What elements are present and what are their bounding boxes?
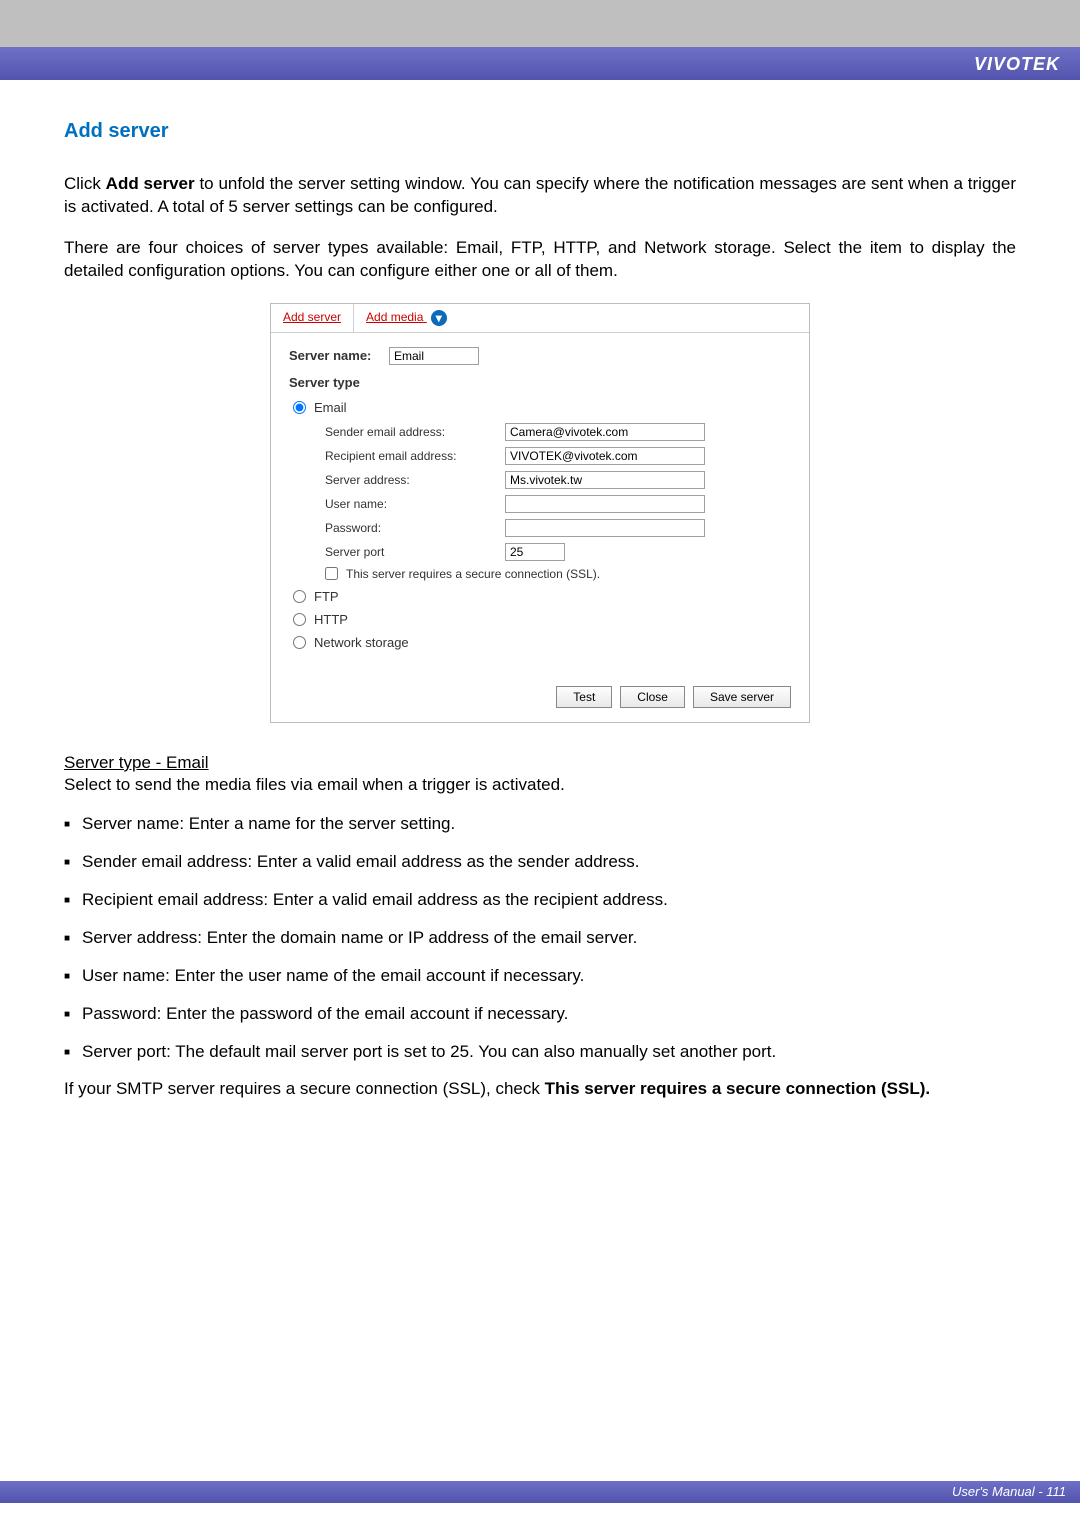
row-server-address: Server address:: [325, 471, 791, 489]
radio-network-storage-label: Network storage: [314, 635, 409, 650]
save-server-button[interactable]: Save server: [693, 686, 791, 708]
footer-text: User's Manual - 111: [952, 1484, 1066, 1499]
input-sender[interactable]: [505, 423, 705, 441]
intro-p1-pre: Click: [64, 174, 106, 193]
server-name-input[interactable]: [389, 347, 479, 365]
panel-body: Server name: Server type Email Sender em…: [271, 333, 809, 672]
row-ssl: This server requires a secure connection…: [325, 567, 791, 581]
header-bar: VIVOTEK: [0, 47, 1080, 81]
intro-paragraph-2: There are four choices of server types a…: [64, 237, 1016, 283]
row-sender: Sender email address:: [325, 423, 791, 441]
bullet-item: Server address: Enter the domain name or…: [64, 927, 1016, 949]
server-type-heading: Server type: [289, 375, 791, 390]
checkbox-ssl[interactable]: [325, 567, 338, 580]
test-button[interactable]: Test: [556, 686, 612, 708]
bullet-item: User name: Enter the user name of the em…: [64, 965, 1016, 987]
bullet-item: Server name: Enter a name for the server…: [64, 813, 1016, 835]
tab-add-media[interactable]: Add media ▾: [354, 304, 459, 332]
panel-buttons: Test Close Save server: [271, 672, 809, 722]
label-port: Server port: [325, 545, 505, 559]
row-port: Server port: [325, 543, 791, 561]
label-server-address: Server address:: [325, 473, 505, 487]
bullet-item: Recipient email address: Enter a valid e…: [64, 889, 1016, 911]
radio-email[interactable]: [293, 401, 306, 414]
closing-bold: This server requires a secure connection…: [545, 1079, 930, 1098]
input-username[interactable]: [505, 495, 705, 513]
bullet-list: Server name: Enter a name for the server…: [64, 813, 1016, 1064]
tab-add-media-label: Add media: [366, 310, 423, 324]
label-sender: Sender email address:: [325, 425, 505, 439]
email-fields: Sender email address: Recipient email ad…: [325, 423, 791, 561]
bullet-item: Password: Enter the password of the emai…: [64, 1003, 1016, 1025]
input-recipient[interactable]: [505, 447, 705, 465]
panel-tabs: Add server Add media ▾: [271, 304, 809, 333]
bullet-item: Sender email address: Enter a valid emai…: [64, 851, 1016, 873]
intro-p1-post: to unfold the server setting window. You…: [64, 174, 1016, 216]
radio-email-label: Email: [314, 400, 347, 415]
row-recipient: Recipient email address:: [325, 447, 791, 465]
intro-p1-bold: Add server: [106, 174, 195, 193]
server-name-label: Server name:: [289, 348, 389, 363]
server-name-row: Server name:: [289, 347, 791, 365]
page-content: Add server Click Add server to unfold th…: [0, 80, 1080, 1527]
radio-row-ftp: FTP: [289, 589, 791, 604]
server-type-email-subtext: Select to send the media files via email…: [64, 775, 1016, 795]
brand-label: VIVOTEK: [974, 54, 1060, 75]
section-title: Add server: [64, 120, 1016, 143]
row-username: User name:: [325, 495, 791, 513]
intro-paragraph-1: Click Add server to unfold the server se…: [64, 173, 1016, 219]
bullet-item: Server port: The default mail server por…: [64, 1041, 1016, 1063]
input-server-address[interactable]: [505, 471, 705, 489]
radio-ftp[interactable]: [293, 590, 306, 603]
tab-add-server[interactable]: Add server: [271, 304, 353, 332]
label-recipient: Recipient email address:: [325, 449, 505, 463]
close-button[interactable]: Close: [620, 686, 685, 708]
label-ssl: This server requires a secure connection…: [346, 567, 600, 581]
label-username: User name:: [325, 497, 505, 511]
radio-network-storage[interactable]: [293, 636, 306, 649]
closing-pre: If your SMTP server requires a secure co…: [64, 1079, 545, 1098]
input-port[interactable]: [505, 543, 565, 561]
server-settings-panel: Add server Add media ▾ Server name: Serv…: [270, 303, 810, 723]
radio-row-network-storage: Network storage: [289, 635, 791, 650]
radio-ftp-label: FTP: [314, 589, 339, 604]
server-type-email-subhead: Server type - Email: [64, 753, 1016, 773]
add-media-arrow-icon: ▾: [431, 310, 447, 326]
panel-wrap: Add server Add media ▾ Server name: Serv…: [64, 303, 1016, 723]
radio-row-email: Email: [289, 400, 791, 415]
label-password: Password:: [325, 521, 505, 535]
radio-http-label: HTTP: [314, 612, 348, 627]
page-footer: User's Manual - 111: [0, 1481, 1080, 1503]
closing-paragraph: If your SMTP server requires a secure co…: [64, 1079, 1016, 1099]
radio-http[interactable]: [293, 613, 306, 626]
row-password: Password:: [325, 519, 791, 537]
radio-row-http: HTTP: [289, 612, 791, 627]
input-password[interactable]: [505, 519, 705, 537]
